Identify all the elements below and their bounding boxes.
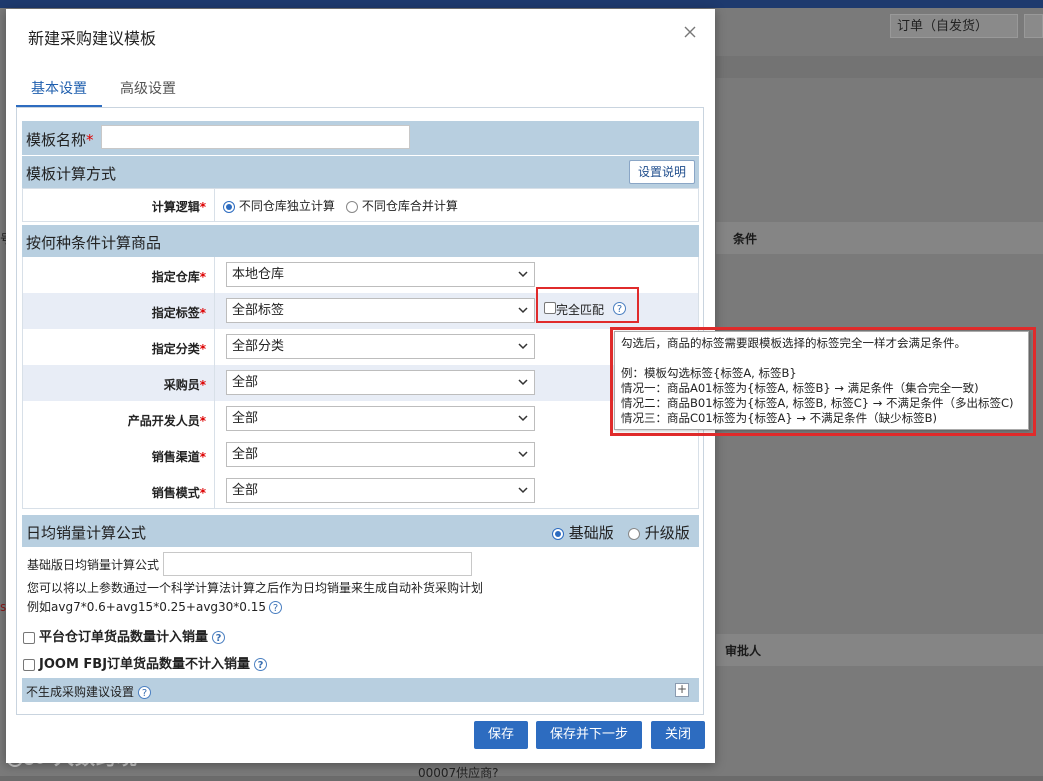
calc-method-section: 模板计算方式 设置说明 xyxy=(22,156,699,188)
radio-upgrade-version[interactable]: 升级版 xyxy=(628,522,690,543)
save-button[interactable]: 保存 xyxy=(474,721,528,749)
radio-selected-icon[interactable] xyxy=(223,200,235,213)
tooltip-line: 情况一：商品A01标签为{标签A, 标签B} → 满足条件（集合完全一致) xyxy=(621,381,979,395)
chevron-down-icon xyxy=(518,415,528,422)
formula-description: 您可以将以上参数通过一个科学计算法计算之后作为日均销量来生成自动补货采购计划 xyxy=(27,581,484,595)
condition-label: 产品开发人员* xyxy=(127,414,206,428)
tag-select[interactable]: 全部标签 xyxy=(226,298,535,323)
dialog-title: 新建采购建议模板 xyxy=(28,29,157,48)
condition-label: 采购员* xyxy=(163,378,206,392)
template-name-input[interactable] xyxy=(101,125,410,149)
chevron-down-icon xyxy=(518,307,528,314)
condition-row-sales-mode: 销售模式* 全部 xyxy=(22,473,699,509)
save-and-next-button[interactable]: 保存并下一步 xyxy=(536,721,642,749)
condition-label: 指定仓库* xyxy=(151,270,206,284)
tooltip-line: 情况三：商品C01标签为{标签A} → 不满足条件（缺少标签B) xyxy=(621,411,937,425)
template-name-section: 模板名称* xyxy=(22,121,699,155)
divider xyxy=(214,401,215,437)
radio-unselected-icon[interactable] xyxy=(628,527,640,540)
close-button[interactable]: 关闭 xyxy=(651,721,705,749)
background-row-text: 00007供应商? xyxy=(418,766,499,780)
calc-logic-label: 计算逻辑* xyxy=(151,200,206,214)
help-icon[interactable]: ? xyxy=(212,631,226,644)
close-icon[interactable] xyxy=(680,23,700,43)
order-type-select[interactable]: 订单（自发货） xyxy=(890,14,1018,38)
settings-help-button[interactable]: 设置说明 xyxy=(629,160,695,184)
condition-label: 销售模式* xyxy=(151,486,206,500)
tab-bar: 基本设置 高级设置 xyxy=(16,75,704,107)
help-icon[interactable]: ? xyxy=(269,601,283,614)
joom-fbj-checkbox[interactable] xyxy=(23,658,35,671)
exact-match-checkbox[interactable] xyxy=(544,302,556,314)
top-navbar xyxy=(0,0,1043,8)
radio-merged-calc[interactable]: 不同仓库合并计算 xyxy=(346,197,458,214)
settings-icon[interactable] xyxy=(1024,14,1043,38)
chevron-down-icon xyxy=(518,343,528,350)
formula-example: 例如avg7*0.6+avg15*0.25+avg30*0.15? xyxy=(27,598,283,615)
platform-warehouse-checkbox[interactable] xyxy=(23,631,35,644)
exact-match-label[interactable]: 完全匹配 xyxy=(556,301,604,318)
divider xyxy=(214,293,215,329)
joom-fbj-checkbox-row[interactable]: JOOM FBJ订单货品数量不计入销量? xyxy=(23,653,268,672)
tooltip-line: 勾选后，商品的标签需要跟模板选择的标签完全一样才会满足条件。 xyxy=(621,336,966,350)
sales-mode-select[interactable]: 全部 xyxy=(226,478,535,503)
background-table-header xyxy=(716,222,1043,254)
condition-label: 指定分类* xyxy=(151,342,206,356)
chevron-down-icon xyxy=(518,271,528,278)
calc-logic-row: 计算逻辑* 不同仓库独立计算 不同仓库合并计算 xyxy=(22,188,699,222)
help-icon[interactable]: ? xyxy=(138,686,152,699)
column-header-approver: 审批人 xyxy=(725,644,762,658)
conditions-section: 按何种条件计算商品 xyxy=(22,225,699,257)
daily-sales-title: 日均销量计算公式 xyxy=(26,524,147,542)
divider xyxy=(214,437,215,473)
condition-label: 指定标签* xyxy=(151,306,206,320)
tooltip-line: 情况二：商品B01标签为{标签A, 标签B, 标签C} → 不满足条件（多出标签… xyxy=(621,396,1014,410)
help-icon[interactable]: ? xyxy=(613,302,626,315)
tooltip-line: 例：模板勾选标签{标签A, 标签B} xyxy=(621,366,797,380)
divider xyxy=(214,473,215,508)
radio-basic-version[interactable]: 基础版 xyxy=(552,522,614,543)
background-band xyxy=(716,56,1043,78)
new-purchase-template-dialog: 新建采购建议模板 基本设置 高级设置 模板名称* 模板计算方式 设置说明 计算逻… xyxy=(6,9,715,763)
exact-match-tooltip: 勾选后，商品的标签需要跟模板选择的标签完全一样才会满足条件。 例：模板勾选标签{… xyxy=(614,331,1029,430)
formula-input[interactable] xyxy=(163,552,472,576)
settings-panel: 模板名称* 模板计算方式 设置说明 计算逻辑* 不同仓库独立计算 不同仓库合并计… xyxy=(16,107,704,715)
plus-icon[interactable]: + xyxy=(675,683,689,697)
divider xyxy=(214,365,215,401)
daily-sales-section: 日均销量计算公式 基础版 升级版 xyxy=(22,515,699,547)
divider xyxy=(214,329,215,365)
formula-label: 基础版日均销量计算公式 xyxy=(27,558,160,572)
template-name-label: 模板名称* xyxy=(26,131,94,149)
condition-label: 销售渠道* xyxy=(151,450,206,464)
radio-selected-icon[interactable] xyxy=(552,527,564,540)
condition-row-buyer: 采购员* 全部 xyxy=(22,365,699,401)
chevron-down-icon xyxy=(518,487,528,494)
buyer-select[interactable]: 全部 xyxy=(226,370,535,395)
column-header-condition: 条件 xyxy=(733,232,758,246)
tooltip-line xyxy=(621,351,1022,366)
exact-match-highlight: 完全匹配 ? xyxy=(536,287,639,323)
divider xyxy=(214,257,215,293)
platform-warehouse-checkbox-row[interactable]: 平台仓订单货品数量计入销量? xyxy=(23,626,226,645)
condition-row-developer: 产品开发人员* 全部 xyxy=(22,401,699,437)
divider xyxy=(214,189,215,221)
calc-method-title: 模板计算方式 xyxy=(26,165,117,183)
category-select[interactable]: 全部分类 xyxy=(226,334,535,359)
background-table-header-2 xyxy=(716,634,1043,666)
no-suggestion-section[interactable]: 不生成采购建议设置? + xyxy=(22,678,699,702)
tab-advanced-settings[interactable]: 高级设置 xyxy=(110,75,186,105)
tab-basic-settings[interactable]: 基本设置 xyxy=(16,75,102,107)
radio-independent-calc[interactable]: 不同仓库独立计算 xyxy=(223,197,335,214)
chevron-down-icon xyxy=(518,451,528,458)
radio-unselected-icon[interactable] xyxy=(346,200,358,213)
conditions-title: 按何种条件计算商品 xyxy=(26,234,162,252)
condition-row-channel: 销售渠道* 全部 xyxy=(22,437,699,473)
warehouse-select[interactable]: 本地仓库 xyxy=(226,262,535,287)
chevron-down-icon xyxy=(518,379,528,386)
sales-channel-select[interactable]: 全部 xyxy=(226,442,535,467)
help-icon[interactable]: ? xyxy=(254,658,268,671)
condition-row-category: 指定分类* 全部分类 xyxy=(22,329,699,365)
no-suggestion-title: 不生成采购建议设置? xyxy=(26,683,152,700)
developer-select[interactable]: 全部 xyxy=(226,406,535,431)
